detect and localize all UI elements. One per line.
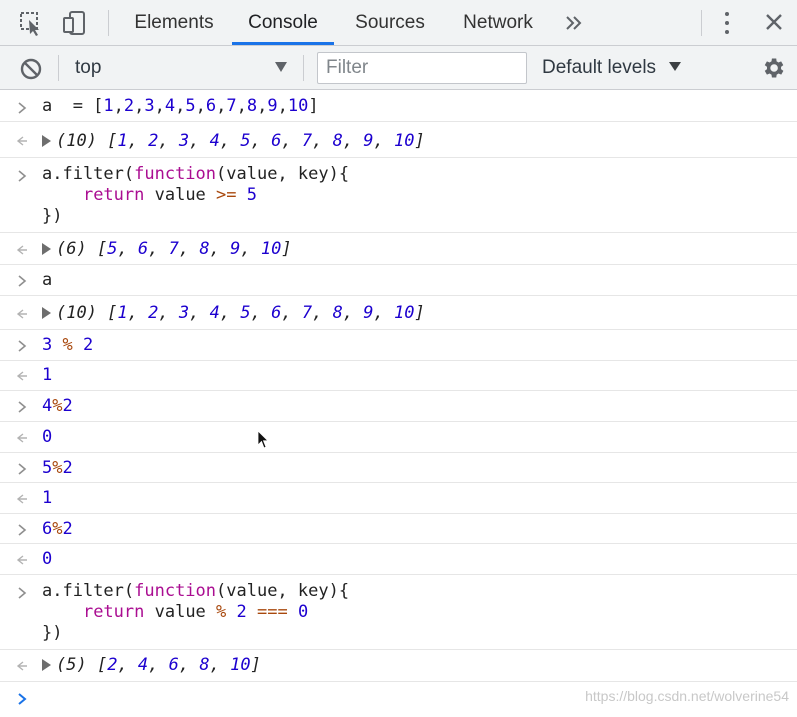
- tab-separator: [701, 10, 702, 36]
- console-input-code: a: [42, 270, 53, 290]
- console-result-array[interactable]: (6) [5, 6, 7, 8, 9, 10]: [42, 239, 292, 260]
- inspect-element-icon[interactable]: [17, 9, 45, 37]
- console-result-value: 1: [42, 488, 53, 508]
- result-arrow-icon: [16, 433, 27, 443]
- chevron-right-icon: [18, 275, 27, 287]
- console-toolbar: top Default levels: [0, 46, 797, 90]
- console-input-code: 3 % 2: [42, 335, 94, 355]
- result-arrow-icon: [16, 245, 27, 255]
- tab-elements[interactable]: Elements: [124, 0, 224, 46]
- watermark-text: https://blog.csdn.net/wolverine54: [585, 688, 789, 704]
- expand-triangle-icon[interactable]: [42, 135, 51, 147]
- console-result-message: 1: [0, 483, 797, 514]
- result-arrow-icon: [16, 661, 27, 671]
- console-result-value: 0: [42, 427, 53, 447]
- console-input-code: 5%2: [42, 458, 73, 478]
- filter-field[interactable]: [317, 52, 527, 84]
- chevron-right-icon: [18, 340, 27, 352]
- console-input-message: 4%2: [0, 391, 797, 422]
- console-input-code: a.filter(function(value, key){ return va…: [42, 164, 350, 226]
- console-result-message: (5) [2, 4, 6, 8, 10]: [0, 650, 797, 682]
- tab-sources[interactable]: Sources: [344, 0, 436, 46]
- console-result-message: (6) [5, 6, 7, 8, 9, 10]: [0, 233, 797, 265]
- result-arrow-icon: [16, 555, 27, 565]
- gear-icon[interactable]: [760, 55, 786, 81]
- tab-separator: [108, 10, 109, 36]
- console-result-message: 1: [0, 361, 797, 391]
- console-result-message: 0: [0, 544, 797, 575]
- console-input-message: 6%2: [0, 514, 797, 544]
- device-toolbar-icon[interactable]: [61, 9, 89, 37]
- console-input-message: a: [0, 265, 797, 296]
- result-arrow-icon: [16, 136, 27, 146]
- clear-console-icon[interactable]: [18, 56, 44, 82]
- log-levels-selector[interactable]: Default levels: [542, 46, 656, 90]
- expand-triangle-icon[interactable]: [42, 243, 51, 255]
- filter-input[interactable]: [318, 53, 526, 83]
- mouse-cursor-icon: [257, 430, 269, 449]
- chevron-right-icon: [18, 170, 27, 182]
- console-input-code: a = [1,2,3,4,5,6,7,8,9,10]: [42, 96, 319, 116]
- console-input-code: a.filter(function(value, key){ return va…: [42, 581, 350, 643]
- chevron-right-icon: [18, 693, 27, 705]
- chevron-right-icon: [18, 587, 27, 599]
- expand-triangle-icon[interactable]: [42, 307, 51, 319]
- console-result-array[interactable]: (10) [1, 2, 3, 4, 5, 6, 7, 8, 9, 10]: [42, 131, 425, 152]
- chevron-right-icon: [18, 463, 27, 475]
- active-tab-indicator: [232, 42, 334, 45]
- tab-console[interactable]: Console: [232, 0, 334, 46]
- console-result-message: (10) [1, 2, 3, 4, 5, 6, 7, 8, 9, 10]: [0, 122, 797, 158]
- console-input-message: 5%2: [0, 453, 797, 483]
- console-result-value: 1: [42, 365, 53, 385]
- console-result-message: 0: [0, 422, 797, 453]
- toolbar-separator: [303, 55, 304, 81]
- dropdown-arrow-icon[interactable]: [274, 61, 288, 73]
- console-result-message: (10) [1, 2, 3, 4, 5, 6, 7, 8, 9, 10]: [0, 296, 797, 330]
- console-result-array[interactable]: (10) [1, 2, 3, 4, 5, 6, 7, 8, 9, 10]: [42, 303, 425, 324]
- chevron-right-icon: [18, 102, 27, 114]
- console-input-message: a = [1,2,3,4,5,6,7,8,9,10]: [0, 90, 797, 122]
- dropdown-arrow-icon[interactable]: [669, 61, 681, 72]
- toolbar-separator: [58, 55, 59, 81]
- result-arrow-icon: [16, 371, 27, 381]
- close-icon[interactable]: [760, 8, 788, 36]
- result-arrow-icon: [16, 309, 27, 319]
- console-input-message: a.filter(function(value, key){ return va…: [0, 575, 797, 650]
- console-input-code: 6%2: [42, 519, 73, 539]
- chevron-right-icon: [18, 524, 27, 536]
- chevron-double-right-icon[interactable]: [562, 11, 586, 35]
- result-arrow-icon: [16, 494, 27, 504]
- chevron-right-icon: [18, 401, 27, 413]
- context-selector[interactable]: top: [75, 46, 101, 90]
- console-result-value: 0: [42, 549, 53, 569]
- kebab-menu-icon[interactable]: [718, 10, 736, 36]
- expand-triangle-icon[interactable]: [42, 659, 51, 671]
- devtools-tab-bar: Elements Console Sources Network: [0, 0, 797, 46]
- tab-network[interactable]: Network: [450, 0, 546, 46]
- console-input-message: 3 % 2: [0, 330, 797, 361]
- console-result-array[interactable]: (5) [2, 4, 6, 8, 10]: [42, 655, 261, 676]
- console-input-message: a.filter(function(value, key){ return va…: [0, 158, 797, 233]
- console-input-code: 4%2: [42, 396, 73, 416]
